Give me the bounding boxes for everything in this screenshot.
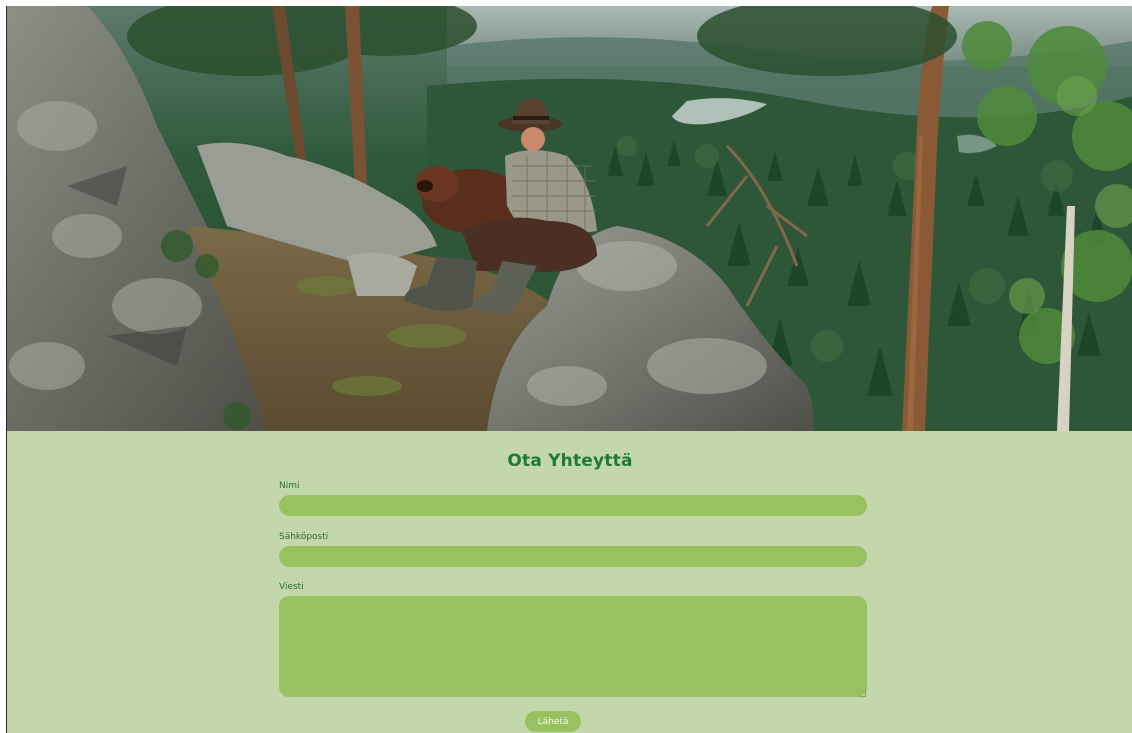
resize-grip-icon[interactable] <box>858 689 866 697</box>
hero-image <box>7 6 1132 431</box>
form-title: Ota Yhteyttä <box>507 451 633 471</box>
name-label: Nimi <box>279 481 300 491</box>
submit-button[interactable]: Lähetä <box>525 711 581 732</box>
contact-form: Ota Yhteyttä Nimi Sähköposti Viesti Lähe… <box>7 431 1132 733</box>
page-frame: Ota Yhteyttä Nimi Sähköposti Viesti Lähe… <box>6 6 1132 733</box>
forest-lookout-photo <box>7 6 1132 431</box>
message-textarea[interactable] <box>279 596 867 697</box>
message-label: Viesti <box>279 582 304 592</box>
email-input[interactable] <box>279 546 867 567</box>
name-input[interactable] <box>279 495 867 516</box>
email-label: Sähköposti <box>279 532 329 542</box>
